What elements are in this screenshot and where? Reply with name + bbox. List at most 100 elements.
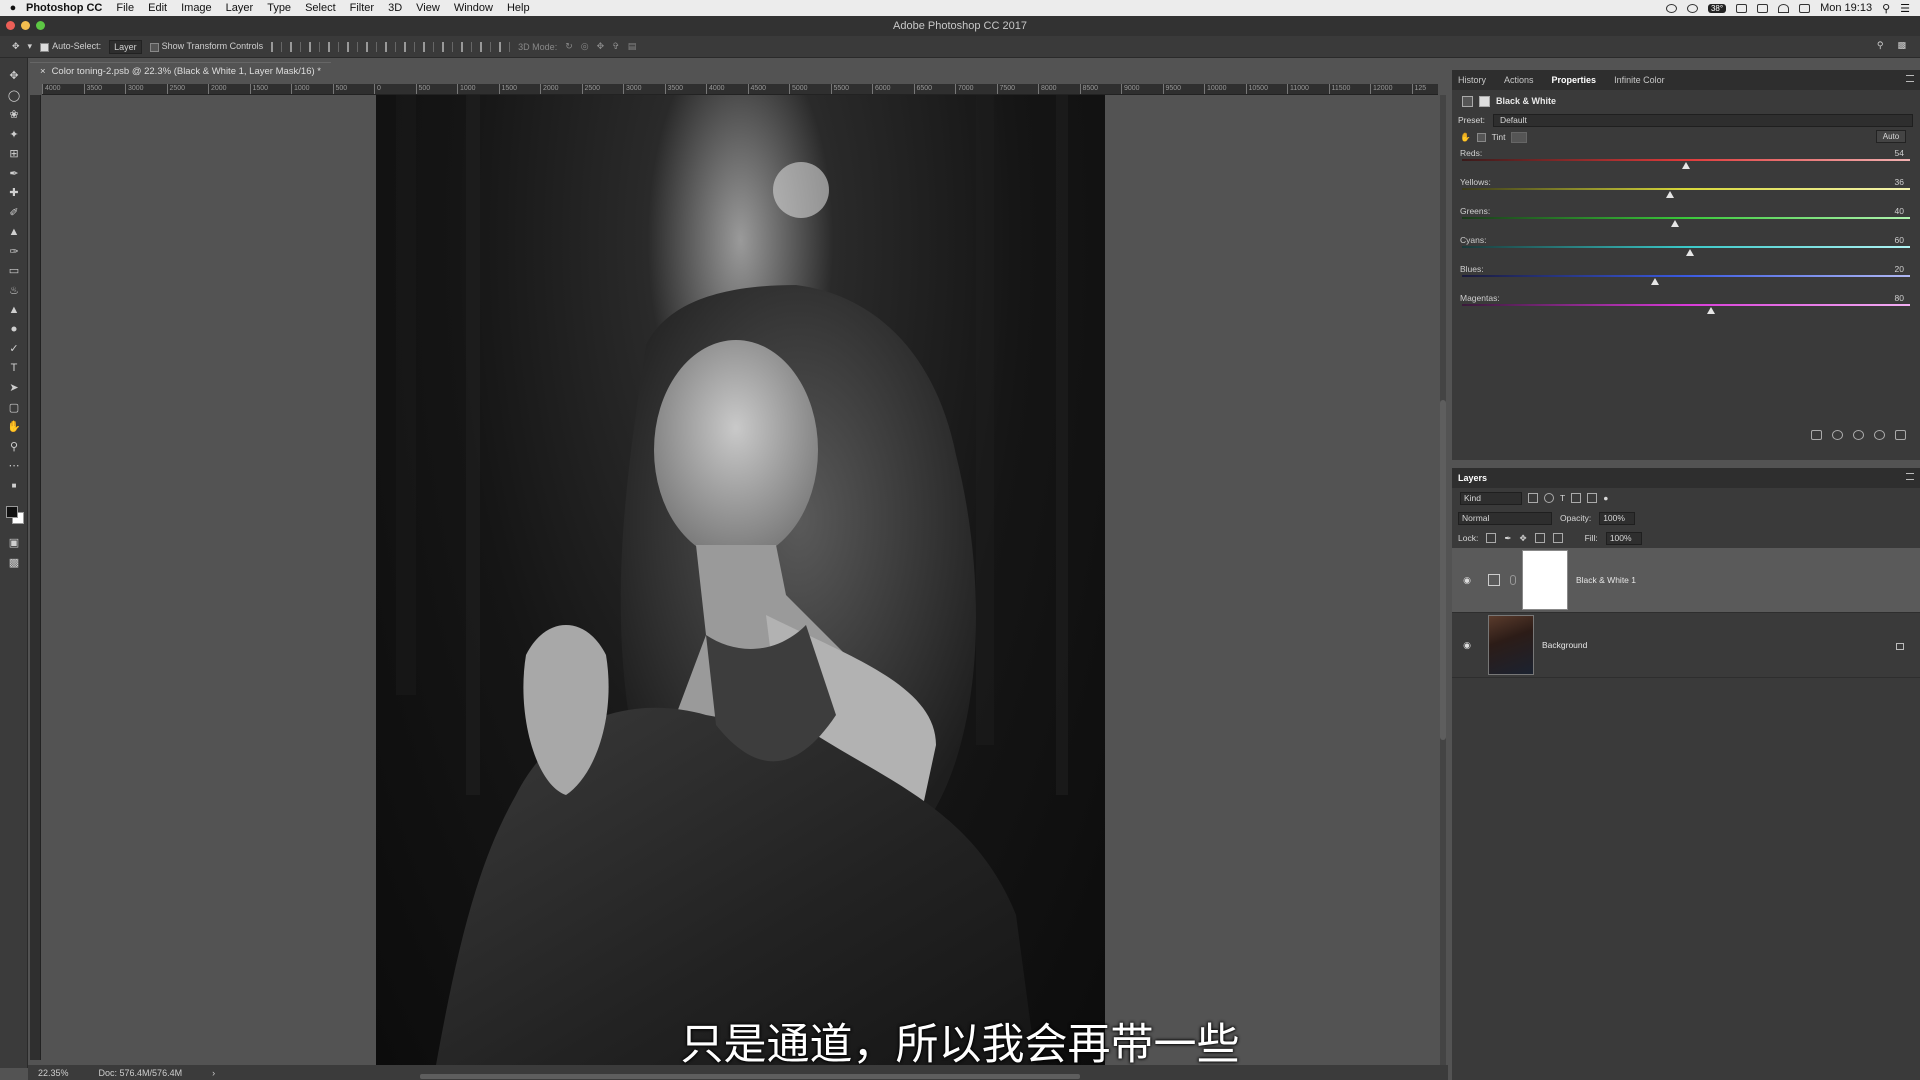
slider-track[interactable] (1462, 304, 1910, 306)
auto-select-checkbox[interactable]: Auto-Select: (40, 41, 101, 52)
canvas-horizontal-scrollbar[interactable] (420, 1074, 1080, 1079)
filter-adjustment-icon[interactable] (1544, 493, 1554, 503)
clip-to-layer-icon[interactable] (1811, 430, 1822, 440)
link-icon[interactable] (1510, 575, 1516, 585)
menu-3d[interactable]: 3D (388, 2, 402, 14)
targeted-adjustment-icon[interactable]: ✋ (1460, 132, 1471, 143)
display-icon[interactable] (1736, 3, 1748, 13)
zoom-level[interactable]: 22.35% (38, 1068, 69, 1078)
dodge-tool-icon[interactable]: ⚫ (0, 320, 28, 340)
clone-stamp-tool-icon[interactable]: ▲ (0, 222, 28, 242)
apple-icon[interactable]: ● (0, 2, 26, 14)
align-hcenter-icon[interactable] (347, 41, 359, 52)
slider-value-input[interactable]: 54 (1895, 148, 1904, 158)
3d-slide-icon[interactable]: ✞ (612, 41, 620, 52)
filter-toggle-icon[interactable]: ● (1603, 493, 1608, 503)
notification-center-icon[interactable]: ☰ (1900, 2, 1910, 15)
tab-infinite-color[interactable]: Infinite Color (1614, 75, 1665, 85)
tools-grip[interactable] (0, 58, 27, 66)
tool-preset-dropdown[interactable]: ▾ (28, 41, 33, 52)
history-brush-tool-icon[interactable]: ✑ (0, 242, 28, 262)
default-colors-icon[interactable]: ■ (0, 476, 28, 496)
eye-icon[interactable]: ◉ (1458, 640, 1476, 651)
align-right-icon[interactable] (366, 41, 378, 52)
menu-layer[interactable]: Layer (226, 2, 254, 14)
menu-select[interactable]: Select (305, 2, 336, 14)
workspace-icon[interactable]: ▩ (1897, 40, 1906, 51)
slider-thumb[interactable] (1650, 278, 1659, 285)
layer-row[interactable]: ◉ Black & White 1 (1452, 548, 1920, 613)
fill-input[interactable]: 100% (1605, 531, 1642, 545)
slider-value-input[interactable]: 60 (1895, 235, 1904, 245)
menu-view[interactable]: View (416, 2, 440, 14)
adjustment-layer-icon[interactable] (1462, 95, 1473, 107)
3d-rotate-icon[interactable]: ↻ (565, 41, 573, 52)
trash-icon[interactable] (1895, 430, 1906, 440)
zoom-window-button[interactable] (36, 21, 45, 30)
zoom-tool-icon[interactable]: ⚲ (0, 437, 28, 457)
filter-type-icon[interactable]: T (1560, 493, 1565, 503)
sync-icon[interactable] (1686, 3, 1698, 13)
tab-layers[interactable]: Layers (1458, 473, 1487, 483)
opacity-input[interactable]: 100% (1599, 511, 1636, 525)
bluetooth-icon[interactable] (1757, 3, 1769, 13)
hand-tool-icon[interactable]: ✋ (0, 417, 28, 437)
align-vcenter-icon[interactable] (290, 41, 302, 52)
preset-dropdown[interactable]: Default (1492, 113, 1913, 127)
lock-transparency-icon[interactable] (1486, 533, 1497, 543)
eraser-tool-icon[interactable]: ▭ (0, 261, 28, 281)
document-image[interactable] (376, 95, 1105, 1065)
visibility-icon[interactable] (1874, 430, 1885, 440)
3d-pan-icon[interactable]: ✥ (597, 41, 605, 52)
eyedropper-tool-icon[interactable]: ✒ (0, 164, 28, 184)
slider-thumb[interactable] (1686, 249, 1695, 256)
filter-kind-dropdown[interactable]: Kind (1460, 491, 1522, 505)
brush-tool-icon[interactable]: ✐ (0, 203, 28, 223)
slider-track[interactable] (1462, 159, 1910, 161)
document-size[interactable]: Doc: 576.4M/576.4M (99, 1068, 183, 1078)
move-tool-icon[interactable]: ✥ (0, 66, 28, 86)
close-tab-icon[interactable]: × (40, 66, 46, 77)
clock[interactable]: Mon 19:13 (1820, 2, 1872, 14)
slider-thumb[interactable] (1706, 307, 1715, 314)
status-menu-arrow[interactable]: › (212, 1068, 215, 1078)
panel-menu-icon[interactable] (1906, 473, 1914, 480)
eye-icon[interactable]: ◉ (1458, 575, 1476, 586)
close-window-button[interactable] (6, 21, 15, 30)
layer-row[interactable]: ◉ Background (1452, 613, 1920, 678)
slider-track[interactable] (1462, 246, 1910, 248)
show-transform-checkbox[interactable]: Show Transform Controls (149, 41, 263, 52)
more-tools-icon[interactable]: ⋯ (0, 456, 28, 476)
tab-history[interactable]: History (1458, 75, 1486, 85)
marquee-tool-icon[interactable]: ◯ (0, 86, 28, 106)
menu-image[interactable]: Image (181, 2, 212, 14)
align-bottom-icon[interactable] (309, 41, 321, 52)
slider-track[interactable] (1462, 188, 1910, 190)
path-selection-tool-icon[interactable]: ➤ (0, 378, 28, 398)
view-previous-icon[interactable] (1832, 430, 1843, 440)
menu-window[interactable]: Window (454, 2, 493, 14)
menu-file[interactable]: File (116, 2, 134, 14)
blend-mode-dropdown[interactable]: Normal (1458, 511, 1552, 525)
distribute-left-icon[interactable] (442, 41, 454, 52)
slider-value-input[interactable]: 40 (1895, 206, 1904, 216)
slider-thumb[interactable] (1682, 162, 1690, 169)
crop-tool-icon[interactable]: ⊞ (0, 144, 28, 164)
foreground-color-swatch[interactable] (6, 506, 18, 518)
move-tool-icon[interactable]: ✥ (12, 41, 20, 52)
layer-mask-thumbnail[interactable] (1522, 550, 1568, 610)
slider-thumb[interactable] (1670, 220, 1679, 227)
tint-color-swatch[interactable] (1511, 131, 1528, 143)
panel-menu-icon[interactable] (1906, 75, 1914, 82)
layer-thumbnail[interactable] (1488, 615, 1534, 675)
layer-mask-icon[interactable] (1479, 95, 1490, 107)
temperature-badge[interactable]: 38° (1707, 3, 1727, 13)
slider-track[interactable] (1462, 275, 1910, 277)
slider-value-input[interactable]: 20 (1895, 264, 1904, 274)
lock-artboard-icon[interactable] (1534, 533, 1545, 543)
slider-thumb[interactable] (1666, 191, 1675, 198)
paint-bucket-tool-icon[interactable]: ♨ (0, 281, 28, 301)
tint-checkbox[interactable] (1476, 132, 1486, 142)
tab-properties[interactable]: Properties (1552, 75, 1597, 85)
quick-mask-icon[interactable]: ▣ (0, 533, 28, 553)
